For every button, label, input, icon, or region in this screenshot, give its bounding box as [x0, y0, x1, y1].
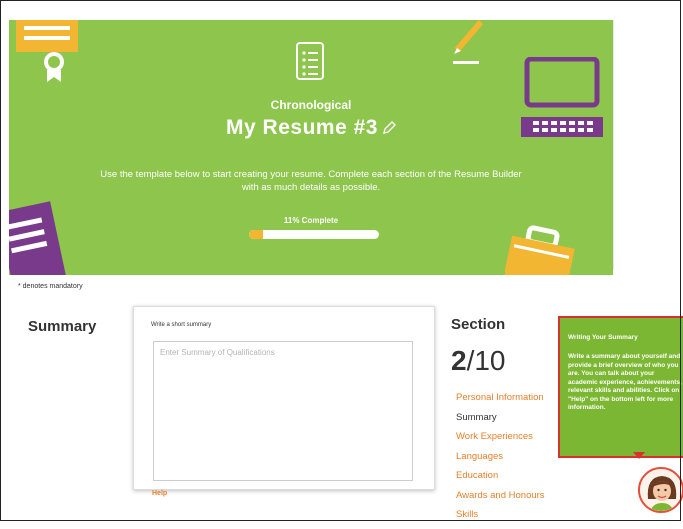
- resume-title-text: My Resume #3: [226, 116, 378, 139]
- laptop-icon: [521, 57, 603, 137]
- section-heading: Section: [451, 316, 506, 333]
- pencil-icon[interactable]: [382, 121, 396, 135]
- summary-card: Write a short summary Help: [133, 306, 435, 497]
- mandatory-note: * denotes mandatory: [18, 283, 83, 290]
- divider: [613, 20, 614, 270]
- section-item[interactable]: Awards and Honours: [456, 490, 545, 510]
- summary-tooltip: × Writing Your Summary Write a summary a…: [558, 316, 683, 459]
- documents-icon: [9, 201, 67, 275]
- tooltip-title: Writing Your Summary: [568, 334, 638, 341]
- tooltip-arrow: [633, 452, 645, 459]
- progress-fill: [249, 230, 264, 239]
- assistant-avatar-icon[interactable]: [638, 467, 683, 513]
- pen-icon: [453, 20, 484, 64]
- section-item[interactable]: Education: [456, 470, 545, 490]
- section-current: 2: [451, 345, 467, 376]
- briefcase-icon: [505, 225, 575, 275]
- certificate-icon: [16, 20, 78, 82]
- help-link[interactable]: Help: [152, 490, 167, 497]
- section-item[interactable]: Personal Information: [456, 392, 545, 412]
- section-item[interactable]: Skills: [456, 509, 545, 529]
- summary-field-label: Write a short summary: [151, 322, 212, 328]
- section-nav: Personal Information Summary Work Experien…: [456, 392, 545, 529]
- tooltip-body: Write a summary about yourself and provi…: [568, 353, 682, 411]
- section-item[interactable]: Summary: [456, 412, 545, 432]
- section-item[interactable]: Languages: [456, 451, 545, 471]
- summary-input[interactable]: [153, 341, 413, 481]
- section-item[interactable]: Work Experiences: [456, 431, 545, 451]
- section-total: /10: [466, 345, 506, 376]
- summary-heading: Summary: [28, 318, 97, 335]
- progress-bar: [249, 230, 379, 239]
- document-list-icon: [296, 42, 324, 80]
- resume-hero-banner: Chronological My Resume #3 Use the templ…: [9, 20, 613, 275]
- hero-description: Use the template below to start creating…: [100, 169, 522, 193]
- section-counter: 2/10: [451, 345, 506, 377]
